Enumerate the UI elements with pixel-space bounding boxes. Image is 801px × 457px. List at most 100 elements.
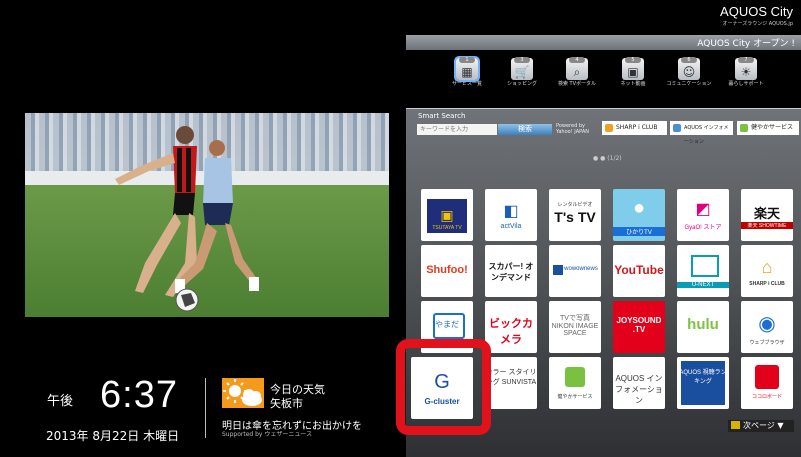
category-service-list[interactable]: 1 ▦ サービス一覧 [443, 57, 491, 87]
app-label: ひかりTV [613, 227, 665, 236]
app-tile-web-browser[interactable]: ◉ ウェブブラウザ [741, 301, 793, 353]
weather-city: 矢板市 [270, 397, 303, 410]
app-tile-aquos-information[interactable]: AQUOS インフォメーション [613, 357, 665, 409]
divider [205, 378, 206, 438]
ampm-label: 午後 [47, 394, 74, 409]
sun-cloud-icon [222, 378, 264, 408]
weather-supported-by: Supported by ウェザーニュース [222, 431, 313, 438]
app-label: やまだ [435, 320, 459, 329]
app-tile-youtube[interactable]: YouTube [613, 245, 665, 297]
app-tile-bic-camera[interactable]: ビックカメラ [485, 301, 537, 353]
search-button[interactable]: 検索 [498, 124, 552, 135]
cart-icon: 🛒 [514, 65, 530, 79]
smart-search-label: Smart Search [418, 112, 466, 120]
kokoro-board-icon [755, 365, 779, 389]
app-label: TSUTAYA TV [432, 225, 462, 231]
chat-icon: ☺ [682, 65, 696, 79]
search-input[interactable] [417, 124, 497, 135]
app-tile-actvila[interactable]: ◧ actVila [485, 189, 537, 241]
app-label: AQUOS 視聴ランキング [679, 370, 727, 385]
app-tile-aquos-ranking[interactable]: AQUOS 視聴ランキング [677, 357, 729, 409]
chip-label: 健やかサービス [751, 124, 794, 131]
category-communication[interactable]: 6 ☺ コミュニケーション [665, 57, 713, 87]
app-tile-tsutaya-tv[interactable]: ▣ TSUTAYA TV [421, 189, 473, 241]
monitor-icon [673, 124, 681, 132]
app-label: Shufoo! [426, 264, 468, 276]
category-shopping[interactable]: 3 🛒 ショッピング [498, 57, 546, 87]
app-tile-u-next[interactable]: U-NEXT [677, 245, 729, 297]
tv-video-preview [25, 113, 389, 317]
app-label: 健やかサービス [557, 394, 593, 400]
app-tile-shufoo[interactable]: Shufoo! [421, 245, 473, 297]
category-label: 検索 TVポータル [557, 81, 597, 87]
app-label: T's TV [554, 209, 596, 225]
category-search[interactable]: 4 ⌕ 検索 TVポータル [553, 57, 601, 87]
app-label: YouTube [614, 263, 664, 277]
date-label: 2013年 8月22日 木曜日 [46, 429, 180, 443]
app-tile-healthy-service[interactable]: 健やかサービス [549, 357, 601, 409]
app-label: JOYSOUND .TV [616, 316, 662, 334]
category-number: 7 [738, 57, 754, 63]
app-tile-sharp-iclub[interactable]: ⌂ SHARP i CLUB [741, 245, 793, 297]
rakuten-logo: 楽天 [753, 206, 780, 221]
monitor-icon [691, 255, 719, 277]
app-label: hulu [687, 316, 719, 333]
app-label: ココロボード [751, 394, 782, 400]
tv-icon: ▣ [440, 207, 454, 223]
category-number: 4 [569, 57, 585, 63]
app-label: カラー スタイリング SUNVISTA [485, 369, 537, 386]
app-tile-sunvista[interactable]: カラー スタイリング SUNVISTA [485, 357, 537, 409]
app-label: ウェブブラウザ [749, 340, 785, 346]
category-label: 暮らしサポート [728, 81, 764, 87]
seal-mascot-icon: ● [632, 197, 646, 219]
actvila-icon: ◧ [503, 203, 519, 220]
app-tile-kokoro-board[interactable]: ココロボード [741, 357, 793, 409]
app-tile-hulu[interactable]: hulu [677, 301, 729, 353]
category-label: ネット動画 [620, 81, 646, 87]
powered-by: Powered by Yahoo! JAPAN [556, 123, 589, 135]
globe-icon: ◉ [758, 313, 776, 335]
announcement-text[interactable]: AQUOS City オープン ! [697, 36, 795, 49]
app-tile-ts-tv[interactable]: レンタルビデオ T's TV [549, 189, 601, 241]
sharp-iclub-link[interactable]: SHARP i CLUB [602, 121, 667, 135]
aquos-information-link[interactable]: AQUOS インフォメーション [670, 121, 733, 145]
category-number: 5 [625, 57, 641, 63]
app-tile-hikari-tv[interactable]: ● ひかりTV [613, 189, 665, 241]
rental-video-text: レンタルビデオ [557, 202, 593, 208]
app-tile-wowownews[interactable]: wowownews [549, 245, 601, 297]
chip-label: SHARP i CLUB [616, 124, 658, 131]
page-indicator: ● ● (1/2) [593, 155, 622, 162]
powered-by-line2: Yahoo! JAPAN [556, 129, 589, 135]
house-icon: ⌂ [761, 257, 773, 277]
support-icon: ☀ [740, 65, 752, 79]
focus-highlight [396, 339, 491, 435]
app-label: U-NEXT [677, 282, 729, 288]
app-label: actVila [500, 223, 522, 230]
category-number: 3 [514, 57, 530, 63]
next-page-button[interactable]: 次ページ ▼ [728, 420, 794, 432]
heart-icon [740, 124, 748, 132]
panel-border [406, 108, 801, 109]
brand-subtitle: オーナーズラウンジ AQUOS.jp [722, 21, 793, 27]
app-tile-skyperfect[interactable]: スカパー! オンデマンド [485, 245, 537, 297]
app-label: GyaO! ストア [684, 225, 722, 231]
app-tile-nikon-image-space[interactable]: TVで写真 NIKON IMAGE SPACE [549, 301, 601, 353]
gyao-icon: ◩ [695, 201, 711, 218]
clock-time: 6:37 [100, 374, 178, 416]
app-label: ビックカメラ [489, 318, 533, 346]
healthy-service-link[interactable]: 健やかサービス [737, 121, 799, 135]
category-life-support[interactable]: 7 ☀ 暮らしサポート [722, 57, 770, 87]
app-label: TVで写真 NIKON IMAGE SPACE [551, 315, 599, 337]
app-tile-gyao-store[interactable]: ◩ GyaO! ストア [677, 189, 729, 241]
app-tile-joysound[interactable]: JOYSOUND .TV [613, 301, 665, 353]
next-page-label: 次ページ ▼ [743, 421, 784, 430]
category-label: サービス一覧 [451, 81, 482, 87]
app-tile-rakuten-showtime[interactable]: 楽天 楽天 SHOWTIME [741, 189, 793, 241]
category-net-video[interactable]: 5 ▣ ネット動画 [609, 57, 657, 87]
app-label: スカパー! オンデマンド [488, 262, 534, 282]
grid-icon: ▦ [461, 65, 473, 79]
app-label: 楽天 SHOWTIME [741, 222, 793, 229]
search-icon: ⌕ [573, 65, 581, 79]
category-label: コミュニケーション [666, 81, 712, 87]
film-icon: ▣ [627, 65, 639, 79]
